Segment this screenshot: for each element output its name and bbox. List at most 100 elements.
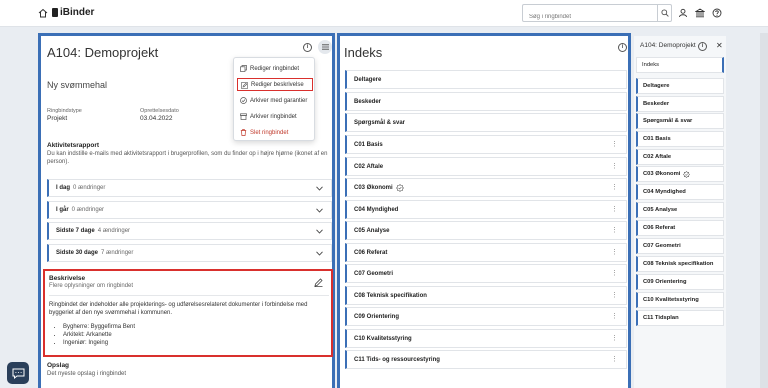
more-options-icon[interactable]: ⋮ <box>611 205 618 213</box>
nav-item-c09[interactable]: C09 Orientering <box>636 274 724 290</box>
close-icon[interactable]: ✕ <box>716 41 723 50</box>
activity-row-30-days[interactable]: Sidste 30 dage 7 ændringer <box>47 244 332 262</box>
menu-item-label: Arkiver ringbindet <box>250 113 297 120</box>
user-icon[interactable] <box>678 8 688 18</box>
activity-row-7-days[interactable]: Sidste 7 dage 4 ændringer <box>47 222 332 240</box>
index-row-label: C02 Aftale <box>354 163 384 170</box>
more-options-icon[interactable]: ⋮ <box>611 291 618 299</box>
nav-item-c04[interactable]: C04 Myndighed <box>636 184 724 200</box>
nav-item-qa[interactable]: Spørgsmål & svar <box>636 113 724 129</box>
type-label: Ringbindstype <box>47 108 82 114</box>
index-row-label: Spørgsmål & svar <box>354 119 406 126</box>
nav-item-c08[interactable]: C08 Teknisk specifikation <box>636 256 724 272</box>
index-row-label: Beskeder <box>354 98 382 105</box>
index-row-c07[interactable]: C07 Geometri ⋮ <box>345 264 627 283</box>
nav-item-label: C02 Aftale <box>643 154 672 160</box>
navigation-panel: A104: Demoprojekt i ✕ Indeks Deltagere B… <box>634 36 726 388</box>
nav-item-index[interactable]: Indeks <box>636 57 724 73</box>
index-row-c01[interactable]: C01 Basis ⋮ <box>345 135 627 154</box>
menu-item-label: Rediger beskrivelse <box>251 81 304 88</box>
archive-icon <box>240 113 247 120</box>
nav-item-label: C09 Orientering <box>643 279 687 285</box>
nav-item-c07[interactable]: C07 Geometri <box>636 238 724 254</box>
menu-item-label: Arkiver med garantier <box>250 97 308 104</box>
index-row-participants[interactable]: Deltagere <box>345 70 627 89</box>
index-row-label: C09 Orientering <box>354 313 400 320</box>
activity-row-count: 0 ændringer <box>73 185 106 191</box>
more-options-icon[interactable]: ⋮ <box>611 312 618 320</box>
search-box <box>522 4 672 25</box>
home-icon[interactable] <box>38 8 48 18</box>
activity-row-label: I går <box>56 207 69 213</box>
list-item: Arkitekt: Arkanette <box>63 331 135 339</box>
more-options-icon[interactable]: ⋮ <box>611 183 618 191</box>
nav-item-c02[interactable]: C02 Aftale <box>636 149 724 165</box>
index-row-qa[interactable]: Spørgsmål & svar <box>345 113 627 132</box>
posts-title: Opslag <box>47 362 70 369</box>
index-row-label: C03 Økonomi <box>354 184 393 191</box>
activity-row-label: I dag <box>56 185 71 191</box>
description-title: Beskrivelse <box>49 275 86 282</box>
chevron-down-icon <box>316 229 323 234</box>
menu-item-edit-description[interactable]: Rediger beskrivelse <box>237 78 313 91</box>
more-options-icon[interactable]: ⋮ <box>611 269 618 277</box>
nav-item-participants[interactable]: Deltagere <box>636 78 724 94</box>
chat-button[interactable] <box>7 362 29 384</box>
search-button[interactable] <box>657 5 671 21</box>
nav-item-c10[interactable]: C10 Kvalitetsstyring <box>636 292 724 308</box>
menu-button[interactable] <box>318 40 332 54</box>
index-row-c02[interactable]: C02 Aftale ⋮ <box>345 157 627 176</box>
more-options-icon[interactable]: ⋮ <box>611 162 618 170</box>
scrollbar[interactable] <box>760 33 768 388</box>
nav-item-c03[interactable]: C03 Økonomi <box>636 166 724 182</box>
help-icon[interactable] <box>712 8 722 18</box>
menu-item-archive-guarantees[interactable]: Arkiver med garantier <box>237 94 313 107</box>
posts-subtitle: Det nyeste opslag i ringbindet <box>47 371 127 377</box>
more-options-icon[interactable]: ⋮ <box>611 355 618 363</box>
info-icon[interactable]: i <box>698 42 707 51</box>
app-logo[interactable]: iBinder <box>52 7 94 18</box>
nav-item-c05[interactable]: C05 Analyse <box>636 202 724 218</box>
nav-item-messages[interactable]: Beskeder <box>636 96 724 112</box>
menu-item-delete-binder[interactable]: Slet ringbindet <box>237 126 313 139</box>
more-options-icon[interactable]: ⋮ <box>611 226 618 234</box>
nav-item-label: C07 Geometri <box>643 243 681 249</box>
activity-row-label: Sidste 30 dage <box>56 250 99 256</box>
index-row-c10[interactable]: C10 Kvalitetsstyring ⋮ <box>345 329 627 348</box>
index-row-c11[interactable]: C11 Tids- og ressourcestyring ⋮ <box>345 350 627 369</box>
nav-item-c11[interactable]: C11 Tidsplan <box>636 310 724 326</box>
chevron-down-icon <box>316 186 323 191</box>
nav-item-c01[interactable]: C01 Basis <box>636 131 724 147</box>
index-row-c03[interactable]: C03 Økonomi ⋮ <box>345 178 627 197</box>
info-icon[interactable]: i <box>303 43 312 52</box>
edit-icon[interactable] <box>314 278 323 287</box>
index-row-c05[interactable]: C05 Analyse ⋮ <box>345 221 627 240</box>
nav-item-label: C11 Tidsplan <box>643 315 679 321</box>
index-row-messages[interactable]: Beskeder <box>345 92 627 111</box>
description-text: Ringbindet der indeholder alle projekter… <box>49 302 308 316</box>
activity-row-count: 4 ændringer <box>97 228 131 234</box>
index-row-c08[interactable]: C08 Teknisk specifikation ⋮ <box>345 286 627 305</box>
description-section: Beskrivelse Flere oplysninger om ringbin… <box>43 269 333 357</box>
index-row-c06[interactable]: C06 Referat ⋮ <box>345 243 627 262</box>
logo-mark-icon <box>52 8 58 17</box>
info-icon[interactable]: i <box>618 43 627 52</box>
index-row-c09[interactable]: C09 Orientering ⋮ <box>345 307 627 326</box>
more-options-icon[interactable]: ⋮ <box>611 140 618 148</box>
nav-item-c06[interactable]: C06 Referat <box>636 220 724 236</box>
nav-item-label: Spørgsmål & svar <box>643 118 693 124</box>
menu-item-archive-binder[interactable]: Arkiver ringbindet <box>237 110 313 123</box>
more-options-icon[interactable]: ⋮ <box>611 248 618 256</box>
created-value: 03.04.2022 <box>140 115 173 122</box>
activity-row-yesterday[interactable]: I går 0 ændringer <box>47 201 332 219</box>
more-options-icon[interactable]: ⋮ <box>611 334 618 342</box>
index-row-c04[interactable]: C04 Myndighed ⋮ <box>345 200 627 219</box>
search-input[interactable] <box>523 9 655 25</box>
chevron-down-icon <box>316 251 323 256</box>
chevron-down-icon <box>316 208 323 213</box>
check-circle-icon <box>240 97 247 104</box>
building-icon[interactable] <box>695 8 705 18</box>
activity-row-today[interactable]: I dag 0 ændringer <box>47 179 332 197</box>
menu-item-edit-binder[interactable]: Rediger ringbindet <box>237 62 313 75</box>
index-row-label: C04 Myndighed <box>354 206 399 213</box>
